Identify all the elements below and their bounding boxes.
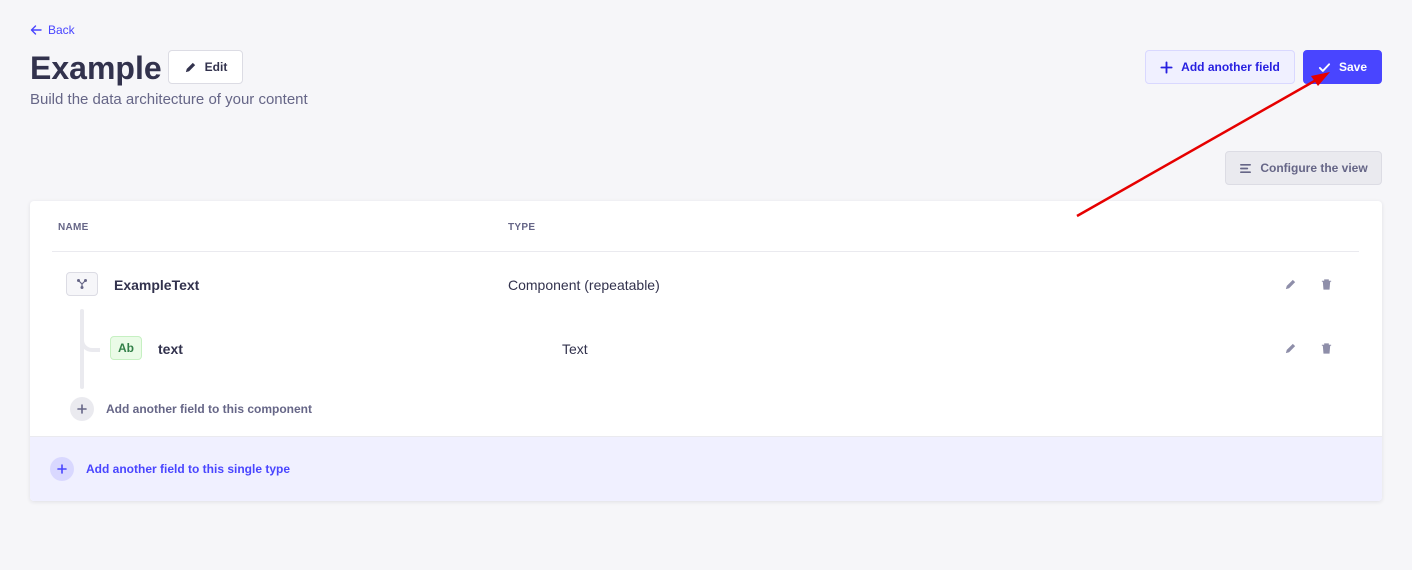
field-name-exampletext: ExampleText xyxy=(114,277,200,293)
add-single-type-field-label: Add another field to this single type xyxy=(86,462,291,476)
field-type-exampletext: Component (repeatable) xyxy=(508,277,660,293)
configure-label: Configure the view xyxy=(1260,161,1368,175)
column-header-name: NAME xyxy=(58,222,89,233)
plus-icon xyxy=(1160,60,1173,74)
arrow-left-icon xyxy=(30,25,42,35)
delete-row-button[interactable] xyxy=(1318,276,1334,292)
fields-table: NAME TYPE ExampleText Component (repeata… xyxy=(30,201,1382,501)
trash-icon xyxy=(1321,278,1331,290)
list-icon xyxy=(1240,163,1252,173)
pencil-icon xyxy=(185,62,195,72)
page-title: Example xyxy=(30,50,162,86)
save-button[interactable]: Save xyxy=(1303,50,1382,84)
edit-label: Edit xyxy=(204,60,228,74)
edit-row-button[interactable] xyxy=(1282,276,1298,292)
column-header-type: TYPE xyxy=(508,222,536,233)
text-type-badge: Ab xyxy=(110,336,142,360)
add-single-type-field-button[interactable]: Add another field to this single type xyxy=(30,436,1382,501)
save-label: Save xyxy=(1338,60,1368,74)
delete-row-button[interactable] xyxy=(1318,340,1334,356)
back-label: Back xyxy=(48,23,75,37)
pencil-icon xyxy=(1285,343,1295,353)
circle-plus-icon xyxy=(50,457,74,481)
add-another-field-button[interactable]: Add another field xyxy=(1145,50,1295,84)
page-subtitle: Build the data architecture of your cont… xyxy=(30,91,308,108)
add-component-field-label: Add another field to this component xyxy=(106,402,312,416)
pencil-icon xyxy=(1285,279,1295,289)
circle-plus-icon xyxy=(70,397,94,421)
header-divider xyxy=(52,251,1359,252)
back-link[interactable]: Back xyxy=(30,23,75,37)
component-icon xyxy=(66,272,98,296)
trash-icon xyxy=(1321,342,1331,354)
edit-button[interactable]: Edit xyxy=(168,50,243,84)
add-field-label: Add another field xyxy=(1181,60,1280,74)
edit-row-button[interactable] xyxy=(1282,340,1298,356)
check-icon xyxy=(1318,62,1331,72)
field-name-text: text xyxy=(158,341,183,357)
tree-connector-curve xyxy=(80,326,100,352)
field-type-text: Text xyxy=(562,341,588,357)
configure-view-button[interactable]: Configure the view xyxy=(1225,151,1382,185)
add-component-field-button[interactable]: Add another field to this component xyxy=(70,397,312,421)
